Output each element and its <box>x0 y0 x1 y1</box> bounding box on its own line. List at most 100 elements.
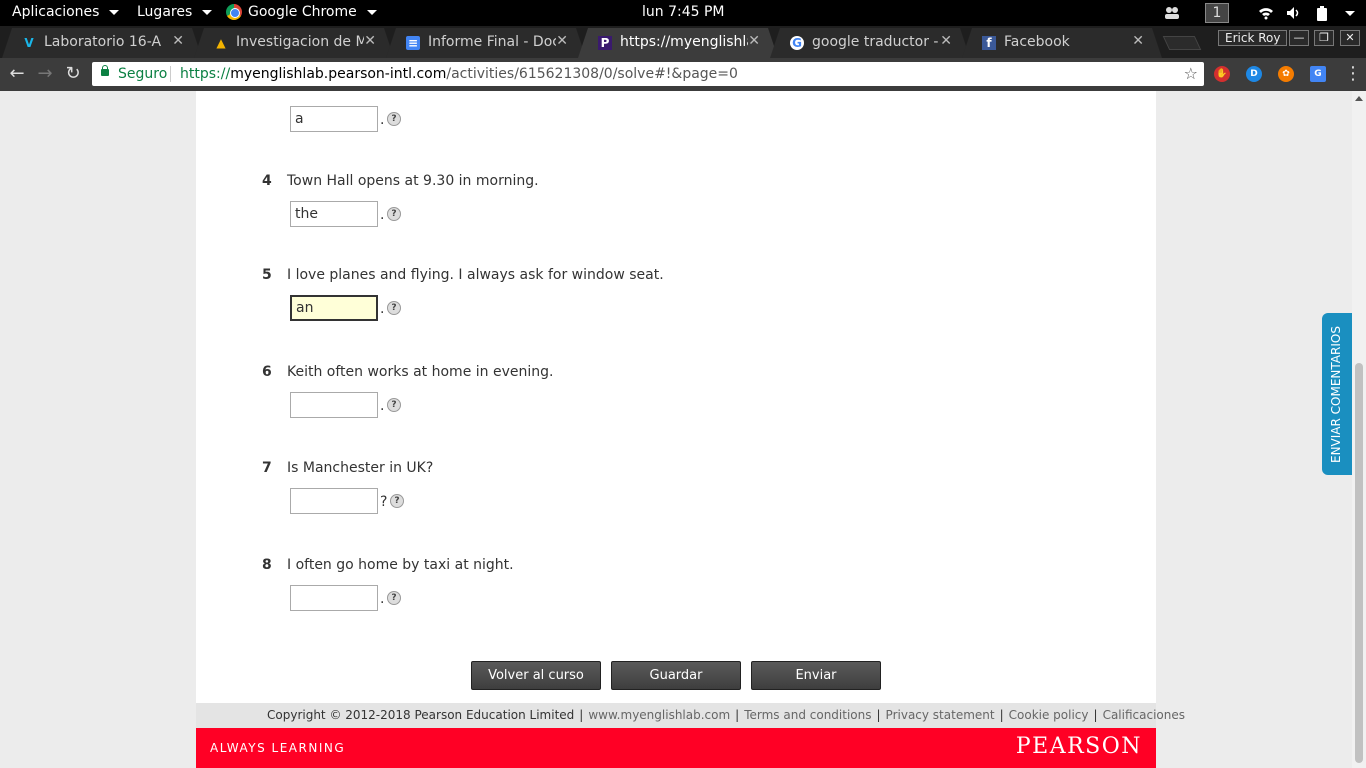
grades-link[interactable]: Calificaciones <box>1103 708 1185 722</box>
close-icon[interactable]: ✕ <box>748 33 760 49</box>
window-close-button[interactable]: ✕ <box>1340 30 1360 46</box>
forward-arrow-icon[interactable]: → <box>34 63 56 85</box>
question-number: 6 <box>262 364 272 380</box>
chrome-menu-icon[interactable]: ⋮ <box>1344 64 1362 84</box>
question-number: 7 <box>262 460 272 476</box>
question-text: I often go home by taxi at night. <box>287 557 514 573</box>
close-icon[interactable]: ✕ <box>1132 33 1144 49</box>
answer-input-3[interactable] <box>290 106 378 132</box>
exercise-panel: . ? 4 Town Hall opens at 9.30 in morning… <box>196 91 1156 703</box>
help-icon[interactable]: ? <box>387 398 401 412</box>
answer-punctuation: ? <box>380 494 388 510</box>
system-menu-chevron-icon[interactable] <box>1345 11 1355 16</box>
close-icon[interactable]: ✕ <box>556 33 568 49</box>
close-icon[interactable]: ✕ <box>364 33 376 49</box>
tab-facebook[interactable]: f Facebook ✕ <box>962 28 1162 58</box>
question-text: I love planes and flying. I always ask f… <box>287 267 664 283</box>
wifi-icon[interactable] <box>1258 6 1273 20</box>
applications-label: Aplicaciones <box>12 4 100 20</box>
help-icon[interactable]: ? <box>387 207 401 221</box>
new-tab-button[interactable] <box>1162 36 1202 50</box>
pearson-brand-bar: ALWAYS LEARNING PEARSON <box>196 728 1156 768</box>
tab-label: Investigacion de Mer <box>236 34 364 50</box>
google-translate-extension-icon[interactable]: G <box>1310 66 1326 82</box>
toolbar: ← → ↻ Seguro https://myenglishlab.pearso… <box>0 58 1366 91</box>
copyright-text: Copyright © 2012-2018 Pearson Education … <box>267 708 575 722</box>
site-link[interactable]: www.myenglishlab.com <box>588 708 730 722</box>
minimize-button[interactable]: — <box>1289 30 1309 46</box>
answer-punctuation: . <box>380 112 385 128</box>
reload-icon[interactable]: ↻ <box>62 63 84 85</box>
active-app-menu[interactable]: Google Chrome <box>226 4 377 20</box>
answer-punctuation: . <box>380 207 385 223</box>
answer-input-8[interactable] <box>290 585 378 611</box>
help-icon[interactable]: ? <box>387 591 401 605</box>
places-label: Lugares <box>137 4 193 20</box>
back-to-course-button[interactable]: Volver al curso <box>471 661 601 690</box>
answer-input-6[interactable] <box>290 392 378 418</box>
tab-label: Informe Final - Docu <box>428 34 556 50</box>
help-icon[interactable]: ? <box>387 112 401 126</box>
cookie-policy-link[interactable]: Cookie policy <box>1009 708 1089 722</box>
orange-extension-icon[interactable]: ✿ <box>1278 66 1294 82</box>
tagline: ALWAYS LEARNING <box>210 741 346 755</box>
scroll-up-arrow-icon[interactable] <box>1355 96 1363 101</box>
applications-menu[interactable]: Aplicaciones <box>12 4 120 20</box>
tab-informe-final[interactable]: ≡ Informe Final - Docu ✕ <box>386 28 586 58</box>
battery-icon[interactable] <box>1316 6 1330 21</box>
scrollbar-thumb[interactable] <box>1355 363 1363 763</box>
feedback-tab[interactable]: ENVIAR COMENTARIOS <box>1322 313 1352 475</box>
close-icon[interactable]: ✕ <box>940 33 952 49</box>
url-text: https://myenglishlab.pearson-intl.com/ac… <box>180 62 738 86</box>
pearson-icon: P <box>598 36 612 50</box>
bookmark-star-icon[interactable]: ☆ <box>1184 62 1198 86</box>
answer-punctuation: . <box>380 398 385 414</box>
volume-icon[interactable] <box>1286 6 1300 20</box>
vimeo-icon: V <box>24 36 34 50</box>
secure-label: Seguro <box>118 66 168 82</box>
dashlane-extension-icon[interactable]: D <box>1246 66 1262 82</box>
lock-icon <box>101 65 109 76</box>
page-viewport: . ? 4 Town Hall opens at 9.30 in morning… <box>0 91 1352 768</box>
page-footer: Copyright © 2012-2018 Pearson Education … <box>196 703 1185 728</box>
tab-investigacion[interactable]: ▲ Investigacion de Mer ✕ <box>194 28 394 58</box>
clock[interactable]: lun 7:45 PM <box>642 4 725 20</box>
address-bar[interactable]: Seguro https://myenglishlab.pearson-intl… <box>92 62 1204 86</box>
tab-laboratorio[interactable]: V Laboratorio 16-A ✕ <box>2 28 202 58</box>
tab-google-traductor[interactable]: G google traductor - B ✕ <box>770 28 970 58</box>
privacy-link[interactable]: Privacy statement <box>886 708 995 722</box>
google-icon: G <box>790 36 804 50</box>
url-path: /activities/615621308/0/solve#!&page=0 <box>446 66 738 82</box>
answer-input-5[interactable] <box>290 295 378 321</box>
close-icon[interactable]: ✕ <box>172 33 184 49</box>
chevron-down-icon <box>366 9 377 15</box>
question-number: 8 <box>262 557 272 573</box>
pearson-logo: PEARSON <box>1015 734 1142 759</box>
submit-button[interactable]: Enviar <box>751 661 881 690</box>
url-scheme: https:// <box>180 66 231 82</box>
places-menu[interactable]: Lugares <box>137 4 213 20</box>
answer-input-7[interactable] <box>290 488 378 514</box>
vertical-scrollbar[interactable] <box>1352 91 1366 768</box>
tab-strip: V Laboratorio 16-A ✕ ▲ Investigacion de … <box>0 26 1366 58</box>
tab-label: Laboratorio 16-A <box>44 34 162 50</box>
back-arrow-icon[interactable]: ← <box>6 63 28 85</box>
help-icon[interactable]: ? <box>390 494 404 508</box>
adblock-extension-icon[interactable]: ✋ <box>1214 66 1230 82</box>
save-button[interactable]: Guardar <box>611 661 741 690</box>
terms-link[interactable]: Terms and conditions <box>744 708 871 722</box>
tab-label: Facebook <box>1004 34 1070 50</box>
workspace-indicator[interactable]: 1 <box>1205 3 1229 23</box>
divider <box>170 66 171 82</box>
facebook-icon: f <box>982 36 996 50</box>
tab-myenglishlab[interactable]: P https://myenglishlab ✕ <box>578 28 778 58</box>
question-number: 5 <box>262 267 272 283</box>
maximize-button[interactable]: ❐ <box>1314 30 1334 46</box>
help-icon[interactable]: ? <box>387 301 401 315</box>
chevron-down-icon <box>202 9 213 15</box>
users-icon[interactable] <box>1164 6 1179 20</box>
profile-button[interactable]: Erick Roy <box>1218 30 1288 46</box>
url-host: myenglishlab.pearson-intl.com <box>230 66 447 82</box>
answer-input-4[interactable] <box>290 201 378 227</box>
chevron-down-icon <box>109 9 120 15</box>
